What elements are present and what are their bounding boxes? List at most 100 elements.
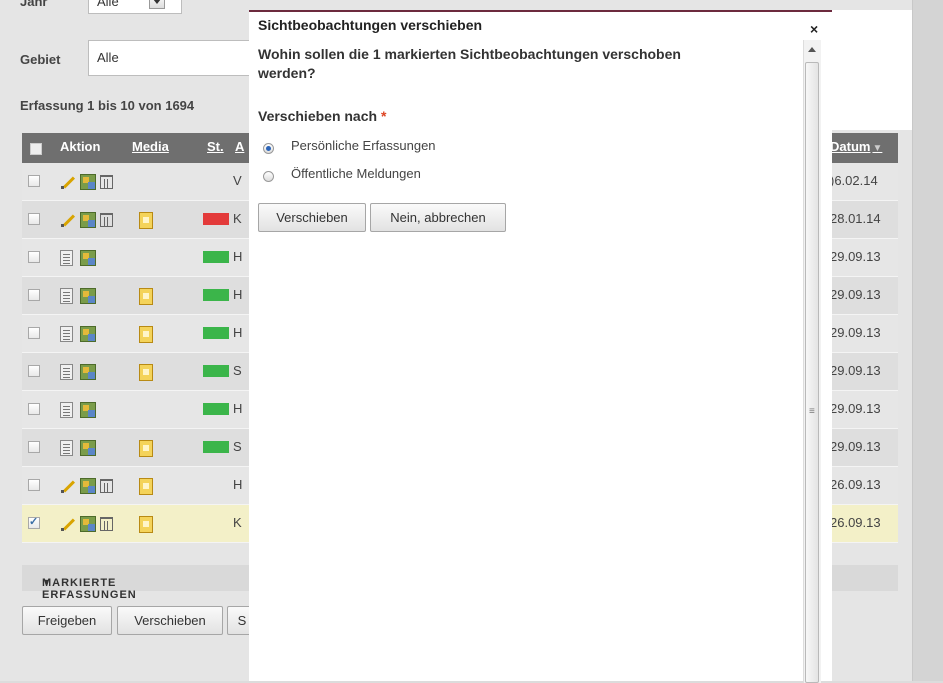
gebiet-select-value: Alle (97, 50, 119, 65)
close-icon[interactable]: × (810, 21, 818, 37)
map-icon[interactable] (80, 478, 96, 494)
media-file-icon[interactable] (139, 478, 153, 495)
row-checkbox[interactable] (28, 365, 40, 377)
status-indicator (203, 289, 229, 301)
dialog-scrollbar[interactable]: ≡ (803, 40, 821, 683)
map-icon[interactable] (80, 516, 96, 532)
trash-icon[interactable] (100, 479, 113, 493)
header-art[interactable]: A (235, 133, 244, 163)
radio-public-label[interactable]: Öffentliche Meldungen (291, 166, 421, 181)
pencil-icon[interactable] (60, 174, 76, 190)
gebiet-select[interactable]: Alle (88, 40, 258, 76)
media-file-icon[interactable] (139, 440, 153, 457)
map-icon[interactable] (80, 440, 96, 456)
cancel-button[interactable]: Nein, abbrechen (370, 203, 506, 232)
select-all-checkbox[interactable] (30, 143, 42, 155)
document-icon[interactable] (60, 326, 73, 342)
row-checkbox[interactable] (28, 441, 40, 453)
document-icon[interactable] (60, 364, 73, 380)
date-cell: 29.09.13 (830, 401, 881, 416)
pencil-icon[interactable] (60, 516, 76, 532)
row-checkbox[interactable] (28, 175, 40, 187)
document-icon[interactable] (60, 250, 73, 266)
species-cell: K (233, 515, 242, 530)
species-cell: H (233, 401, 243, 416)
radio-personal-label[interactable]: Persönliche Erfassungen (291, 138, 436, 153)
trash-icon[interactable] (100, 517, 113, 531)
date-cell: )6.02.14 (830, 173, 878, 188)
row-checkbox[interactable] (28, 479, 40, 491)
date-cell: 29.09.13 (830, 363, 881, 378)
status-indicator (203, 403, 229, 415)
radio-public[interactable] (263, 171, 274, 182)
window-scrollbar[interactable] (912, 0, 943, 681)
header-status[interactable]: St. (207, 133, 224, 163)
species-cell: H (233, 287, 243, 302)
sort-down-icon: ▼ (872, 143, 883, 154)
row-checkbox[interactable] (28, 327, 40, 339)
result-summary: Erfassung 1 bis 10 von 1694 (20, 98, 195, 113)
species-cell: K (233, 211, 242, 226)
media-file-icon[interactable] (139, 364, 153, 381)
pencil-icon[interactable] (60, 212, 76, 228)
grip-icon: ≡ (809, 406, 815, 417)
map-icon[interactable] (80, 402, 96, 418)
header-aktion: Aktion (60, 139, 101, 154)
row-checkbox[interactable] (28, 403, 40, 415)
radio-personal[interactable] (263, 143, 274, 154)
map-icon[interactable] (80, 364, 96, 380)
row-checkbox[interactable] (28, 289, 40, 301)
jahr-label: Jahr (20, 0, 48, 9)
move-to-text: Verschieben nach (258, 108, 378, 124)
document-icon[interactable] (60, 402, 73, 418)
media-file-icon[interactable] (139, 212, 153, 229)
status-indicator (203, 441, 229, 453)
species-cell: H (233, 325, 243, 340)
row-checkbox[interactable] (28, 251, 40, 263)
bulk-actions-label: MARKIERTE ERFASSUNGEN (42, 577, 137, 601)
trash-icon[interactable] (100, 175, 113, 189)
release-button[interactable]: Freigeben (22, 606, 112, 635)
scrollbar-thumb[interactable]: ≡ (805, 62, 819, 683)
media-file-icon[interactable] (139, 326, 153, 343)
dialog-question: Wohin sollen die 1 markierten Sichtbeoba… (258, 46, 681, 81)
trash-icon[interactable] (100, 213, 113, 227)
species-cell: S (233, 439, 242, 454)
status-indicator (203, 251, 229, 263)
status-indicator (203, 365, 229, 377)
media-file-icon[interactable] (139, 516, 153, 533)
gebiet-label: Gebiet (20, 52, 61, 67)
scroll-up-icon[interactable] (808, 47, 816, 52)
dialog-title: Sichtbeobachtungen verschieben (258, 17, 483, 33)
date-cell: 26.09.13 (830, 477, 881, 492)
header-strip (832, 10, 912, 130)
document-icon[interactable] (60, 440, 73, 456)
document-icon[interactable] (60, 288, 73, 304)
status-indicator (203, 327, 229, 339)
map-icon[interactable] (80, 174, 96, 190)
map-icon[interactable] (80, 250, 96, 266)
chevron-down-icon (149, 0, 165, 9)
status-indicator (203, 213, 229, 225)
row-checkbox[interactable] (28, 213, 40, 225)
header-datum[interactable]: Datum ▼ (830, 133, 882, 163)
species-cell: V (233, 173, 242, 188)
header-media[interactable]: Media (132, 133, 169, 163)
map-icon[interactable] (80, 288, 96, 304)
confirm-move-button[interactable]: Verschieben (258, 203, 366, 232)
jahr-select-value: Alle (97, 0, 119, 9)
species-cell: S (233, 363, 242, 378)
species-cell: H (233, 477, 243, 492)
row-checkbox[interactable] (28, 515, 40, 529)
date-cell: 29.09.13 (830, 249, 881, 264)
move-dialog: Sichtbeobachtungen verschieben × Wohin s… (249, 10, 832, 683)
jahr-select[interactable]: Alle (88, 0, 182, 14)
date-cell: 26.09.13 (830, 515, 881, 530)
map-icon[interactable] (80, 326, 96, 342)
date-cell: 29.09.13 (830, 325, 881, 340)
media-file-icon[interactable] (139, 288, 153, 305)
move-button[interactable]: Verschieben (117, 606, 223, 635)
map-icon[interactable] (80, 212, 96, 228)
required-mark: * (380, 108, 387, 124)
pencil-icon[interactable] (60, 478, 76, 494)
